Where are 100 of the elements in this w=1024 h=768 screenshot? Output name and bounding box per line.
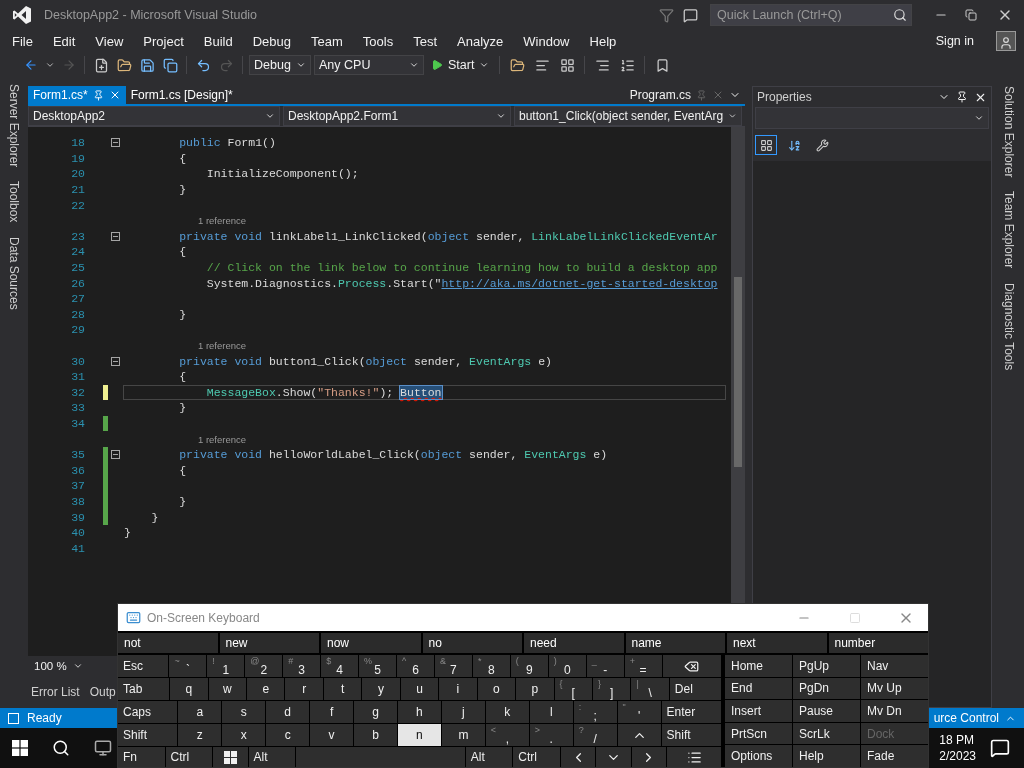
word-suggestion[interactable]: not [118,633,218,653]
feedback-icon[interactable] [682,7,698,23]
avatar-icon[interactable] [996,31,1016,51]
tool-window-tab[interactable]: Toolbox [7,181,21,223]
reference-count[interactable]: 1 reference [198,215,247,227]
keyboard-key[interactable]: ! 1 [207,655,245,677]
caret-icon[interactable] [45,60,55,70]
keyboard-key[interactable]: h [398,701,441,723]
folder-icon[interactable] [509,57,525,73]
menu-item[interactable]: Build [195,33,241,49]
menu-item[interactable]: Debug [244,33,299,49]
keyboard-key[interactable]: n [398,724,441,746]
keyboard-key[interactable]: Options [725,745,792,767]
keyboard-key[interactable]: Ctrl [165,747,213,767]
undo-icon[interactable] [195,57,211,73]
menu-item[interactable]: Team [303,33,351,49]
categorized-icon[interactable] [755,135,777,155]
quick-launch-field[interactable]: Quick Launch (Ctrl+Q) [710,4,912,26]
keyboard-key[interactable]: Pause [793,700,860,722]
keyboard-key[interactable]: Ctrl [513,747,560,767]
keyboard-key[interactable] [213,747,248,767]
grid-icon[interactable] [559,57,575,73]
keyboard-key[interactable]: PrtScn [725,722,792,745]
menu-item[interactable]: Test [405,33,445,49]
source-control-button[interactable]: urce Control [933,711,999,725]
keyboard-key[interactable]: Mv Up [861,677,928,700]
keyboard-key[interactable]: ) 0 [548,655,586,677]
keyboard-key[interactable]: f [310,701,354,723]
keyboard-key[interactable]: b [354,724,397,746]
collapse-icon[interactable] [110,450,120,460]
word-suggestion[interactable]: name [625,633,725,653]
keyboard-key[interactable]: j [441,701,485,723]
keyboard-key[interactable] [667,747,721,767]
keyboard-key[interactable]: & 7 [434,655,472,677]
reference-count[interactable]: 1 reference [198,340,247,351]
keyboard-key[interactable]: p [516,678,554,700]
tool-window-tab[interactable]: Team Explorer [1002,191,1016,269]
keyboard-key[interactable]: l [529,701,573,723]
menu-item[interactable]: Project [135,33,192,49]
start-icon[interactable] [12,740,28,756]
keyboard-key[interactable]: | \ [631,678,669,700]
keyboard-key[interactable]: q [170,678,208,700]
folder-icon[interactable] [116,57,132,73]
keyboard-key[interactable]: Nav [861,655,928,677]
reference-count[interactable]: 1 reference [198,433,247,445]
keyboard-key[interactable]: d [266,701,310,723]
keyboard-key[interactable]: k [485,701,529,723]
menu-item[interactable]: View [87,33,132,49]
keyboard-key[interactable]: Enter [661,701,721,723]
word-suggestion[interactable]: next [727,633,827,653]
keyboard-key[interactable]: m [441,724,485,746]
keyboard-key[interactable]: w [208,678,247,700]
keyboard-key[interactable]: + = [624,655,662,677]
keyboard-key[interactable]: v [310,724,354,746]
save-icon[interactable] [139,57,155,73]
word-suggestion[interactable]: number [828,633,928,653]
keyboard-key[interactable]: Fn [118,747,165,767]
start-button[interactable]: Start [427,58,494,72]
filter-icon[interactable] [658,7,674,23]
keyboard-key[interactable]: * 8 [472,655,510,677]
keyboard-key[interactable]: : ; [573,701,617,723]
bookmark-icon[interactable] [654,57,670,73]
keyboard-key[interactable]: " ' [617,701,661,723]
navigation-dropdown[interactable]: button1_Click(object sender, EventArg [514,106,742,126]
keyboard-key[interactable]: Fade [861,745,928,767]
keyboard-key[interactable]: PgUp [793,655,860,677]
configuration-select[interactable]: Debug [249,55,311,75]
keyboard-key[interactable]: $ 4 [321,655,359,677]
keyboard-key[interactable]: Esc [118,655,169,677]
keyboard-key[interactable]: ScrLk [793,722,860,745]
indent-icon[interactable] [619,57,635,73]
keyboard-key[interactable]: r [285,678,323,700]
keyboard-key[interactable]: Shift [118,724,178,746]
keyboard-key[interactable]: Home [725,655,792,677]
keyboard-key[interactable]: # 3 [283,655,321,677]
keyboard-key[interactable]: ( 9 [510,655,548,677]
keyboard-key[interactable]: x [222,724,266,746]
keyboard-key[interactable]: Insert [725,700,792,722]
keyboard-key[interactable]: y [362,678,400,700]
menu-item[interactable]: Tools [354,33,402,49]
collapse-icon[interactable] [110,138,120,148]
keyboard-key[interactable]: < , [485,724,529,746]
keyboard-key[interactable]: Shift [661,724,721,746]
keyboard-key[interactable]: a [178,701,222,723]
collapse-icon[interactable] [110,231,120,241]
keyboard-key[interactable]: ^ 6 [397,655,434,677]
keyboard-key[interactable]: } ] [592,678,631,700]
navigation-dropdown[interactable]: DesktopApp2.Form1 [283,106,511,126]
word-suggestion[interactable]: need [524,633,624,653]
app-icon[interactable] [94,739,112,757]
keyboard-key[interactable]: Caps [118,701,178,723]
keyboard-key[interactable] [560,747,596,767]
keyboard-key[interactable]: > . [529,724,573,746]
keyboard-key[interactable]: Del [669,678,721,700]
keyboard-key[interactable]: t [323,678,362,700]
keyboard-key[interactable]: PgDn [793,677,860,700]
keyboard-key[interactable]: z [178,724,222,746]
word-suggestion[interactable]: new [219,633,319,653]
menu-item[interactable]: Window [515,33,578,49]
word-suggestion[interactable]: no [422,633,522,653]
